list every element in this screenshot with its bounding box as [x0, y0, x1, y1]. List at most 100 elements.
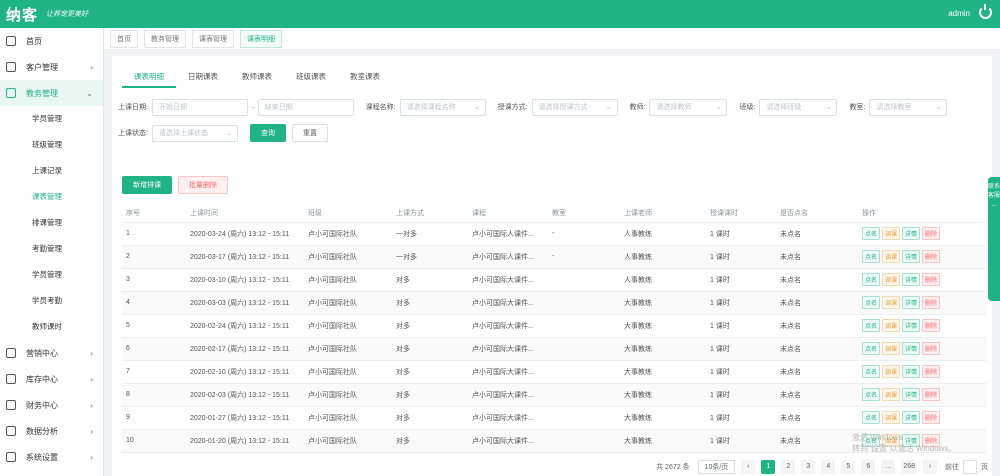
page-button[interactable]: 6: [861, 460, 876, 474]
delete-button[interactable]: 删除: [922, 365, 941, 378]
teach-mode-select[interactable]: 请选择授课方式 ⌄: [531, 98, 618, 116]
sidebar-item-5[interactable]: 财务中心 ›: [0, 392, 103, 418]
page-button[interactable]: 1: [761, 460, 776, 474]
rollcall-button[interactable]: 点名: [862, 388, 881, 401]
sidebar-item-2[interactable]: 教务管理 ⌄: [0, 80, 103, 106]
reschedule-button[interactable]: 调课: [882, 296, 901, 309]
detail-button[interactable]: 详情: [902, 365, 921, 378]
page-button[interactable]: 5: [841, 460, 856, 474]
reschedule-button[interactable]: 调课: [882, 319, 901, 332]
rollcall-button[interactable]: 点名: [862, 296, 881, 309]
tab-0[interactable]: 课表明细: [122, 66, 176, 88]
rollcall-button[interactable]: 点名: [862, 227, 881, 240]
page-button[interactable]: 268: [901, 460, 917, 474]
rollcall-button[interactable]: 点名: [862, 250, 881, 263]
tab-3[interactable]: 班级课表: [284, 66, 338, 88]
delete-button[interactable]: 删除: [922, 250, 941, 263]
delete-button[interactable]: 删除: [922, 227, 941, 240]
table-row[interactable]: 2 2020-03-17 (周六) 13:12 - 15:11 卢小可国际社队 一对多…: [122, 245, 986, 269]
reset-button[interactable]: 重置: [291, 124, 328, 142]
reschedule-button[interactable]: 调课: [882, 411, 901, 424]
sidebar-subitem-7[interactable]: 学员考勤: [0, 288, 103, 314]
delete-button[interactable]: 删除: [922, 273, 941, 286]
page-size-select[interactable]: 10条/页: [697, 460, 736, 474]
course-select[interactable]: 请选择课程名称 ⌄: [399, 98, 486, 116]
reschedule-button[interactable]: 调课: [882, 342, 901, 355]
rollcall-button[interactable]: 点名: [862, 342, 881, 355]
detail-button[interactable]: 详情: [902, 411, 921, 424]
reschedule-button[interactable]: 调课: [882, 273, 901, 286]
customer-service-tab[interactable]: 联系客服 ...: [988, 177, 1000, 301]
reschedule-button[interactable]: 调课: [882, 365, 901, 378]
add-schedule-button[interactable]: 新增排课: [122, 176, 172, 194]
detail-button[interactable]: 详情: [902, 250, 921, 263]
sidebar-item-3[interactable]: 营销中心 ›: [0, 340, 103, 366]
sidebar-subitem-5[interactable]: 考勤管理: [0, 236, 103, 262]
detail-button[interactable]: 详情: [902, 227, 921, 240]
batch-delete-button[interactable]: 批量删除: [178, 176, 228, 194]
page-button[interactable]: 4: [821, 460, 836, 474]
delete-button[interactable]: 删除: [922, 296, 941, 309]
sidebar-subitem-0[interactable]: 学员管理: [0, 106, 103, 132]
teacher-select[interactable]: 请选择教师 ⌄: [649, 98, 728, 116]
delete-button[interactable]: 删除: [922, 388, 941, 401]
sidebar-subitem-8[interactable]: 教师课时: [0, 314, 103, 340]
breadcrumb-item[interactable]: 教务管理: [144, 29, 186, 48]
breadcrumb-item[interactable]: 课表管理: [192, 29, 234, 48]
table-row[interactable]: 5 2020-02-24 (周六) 13:12 - 15:11 卢小可国际社队 对多卢…: [122, 314, 986, 338]
sidebar-subitem-6[interactable]: 学员管理: [0, 262, 103, 288]
detail-button[interactable]: 详情: [902, 273, 921, 286]
table-row[interactable]: 8 2020-02-03 (周六) 13:12 - 15:11 卢小可国际社队 对多卢…: [122, 383, 986, 407]
delete-button[interactable]: 删除: [922, 319, 941, 332]
table-row[interactable]: 6 2020-02-17 (周六) 13:12 - 15:11 卢小可国际社队 对多卢…: [122, 337, 986, 361]
detail-button[interactable]: 详情: [902, 342, 921, 355]
sidebar-item-4[interactable]: 库存中心 ›: [0, 366, 103, 392]
breadcrumb-item[interactable]: 首页: [110, 29, 138, 48]
table-row[interactable]: 4 2020-03-03 (周六) 13:12 - 15:11 卢小可国际社队 对多卢…: [122, 291, 986, 315]
sidebar-subitem-2[interactable]: 上课记录: [0, 158, 103, 184]
reschedule-button[interactable]: 调课: [882, 227, 901, 240]
page-button[interactable]: 2: [781, 460, 796, 474]
sidebar-subitem-3[interactable]: 课表管理: [0, 184, 103, 210]
table-row[interactable]: 3 2020-03-10 (周六) 13:12 - 15:11 卢小可国际社队 对多卢…: [122, 268, 986, 292]
tab-4[interactable]: 教室课表: [338, 66, 392, 88]
rollcall-button[interactable]: 点名: [862, 365, 881, 378]
next-page-button[interactable]: ›: [923, 460, 937, 474]
sidebar-item-1[interactable]: 客户管理 ›: [0, 54, 103, 80]
sidebar-subitem-1[interactable]: 班级管理: [0, 132, 103, 158]
power-icon[interactable]: [979, 4, 992, 19]
sidebar-item-6[interactable]: 数据分析 ›: [0, 418, 103, 444]
reschedule-button[interactable]: 调课: [882, 388, 901, 401]
sidebar-item-7[interactable]: 系统设置 ›: [0, 444, 103, 470]
detail-button[interactable]: 详情: [902, 388, 921, 401]
page-button[interactable]: 3: [801, 460, 816, 474]
delete-button[interactable]: 删除: [922, 411, 941, 424]
room-select[interactable]: 请选择教室 ⌄: [869, 98, 948, 116]
breadcrumb-item[interactable]: 课表明细: [240, 29, 282, 48]
current-user[interactable]: admin: [948, 9, 970, 18]
table-row[interactable]: 1 2020-03-24 (周六) 13:12 - 15:11 卢小可国际社队 一对多…: [122, 222, 986, 246]
status-select[interactable]: 请选择上课状态 ⌄: [151, 124, 238, 142]
rollcall-button[interactable]: 点名: [862, 319, 881, 332]
sidebar-subitem-4[interactable]: 排课管理: [0, 210, 103, 236]
prev-page-button[interactable]: ‹: [741, 460, 756, 474]
page-button[interactable]: ...: [881, 460, 896, 474]
reschedule-button[interactable]: 调课: [882, 250, 901, 263]
tab-2[interactable]: 教师课表: [230, 66, 284, 88]
start-date-input[interactable]: 开始日期: [151, 98, 248, 116]
search-button[interactable]: 查询: [249, 124, 286, 142]
rollcall-button[interactable]: 点名: [862, 273, 881, 286]
class-select[interactable]: 请选择班级 ⌄: [759, 98, 838, 116]
sidebar-item-0[interactable]: 首页: [0, 28, 103, 54]
rollcall-button[interactable]: 点名: [862, 411, 881, 424]
table-row[interactable]: 7 2020-02-10 (周六) 13:12 - 15:11 卢小可国际社队 对多卢…: [122, 360, 986, 384]
end-date-input[interactable]: 结束日期: [257, 98, 354, 116]
tab-1[interactable]: 日期课表: [176, 66, 230, 88]
detail-button[interactable]: 详情: [902, 319, 921, 332]
delete-button[interactable]: 删除: [922, 342, 941, 355]
detail-button[interactable]: 详情: [902, 296, 921, 309]
table-row[interactable]: 9 2020-01-27 (周六) 13:12 - 15:11 卢小可国际社队 对多卢…: [122, 406, 986, 430]
book-icon: [6, 88, 16, 98]
cell-no: 10: [122, 429, 170, 453]
goto-page-input[interactable]: [963, 460, 977, 474]
